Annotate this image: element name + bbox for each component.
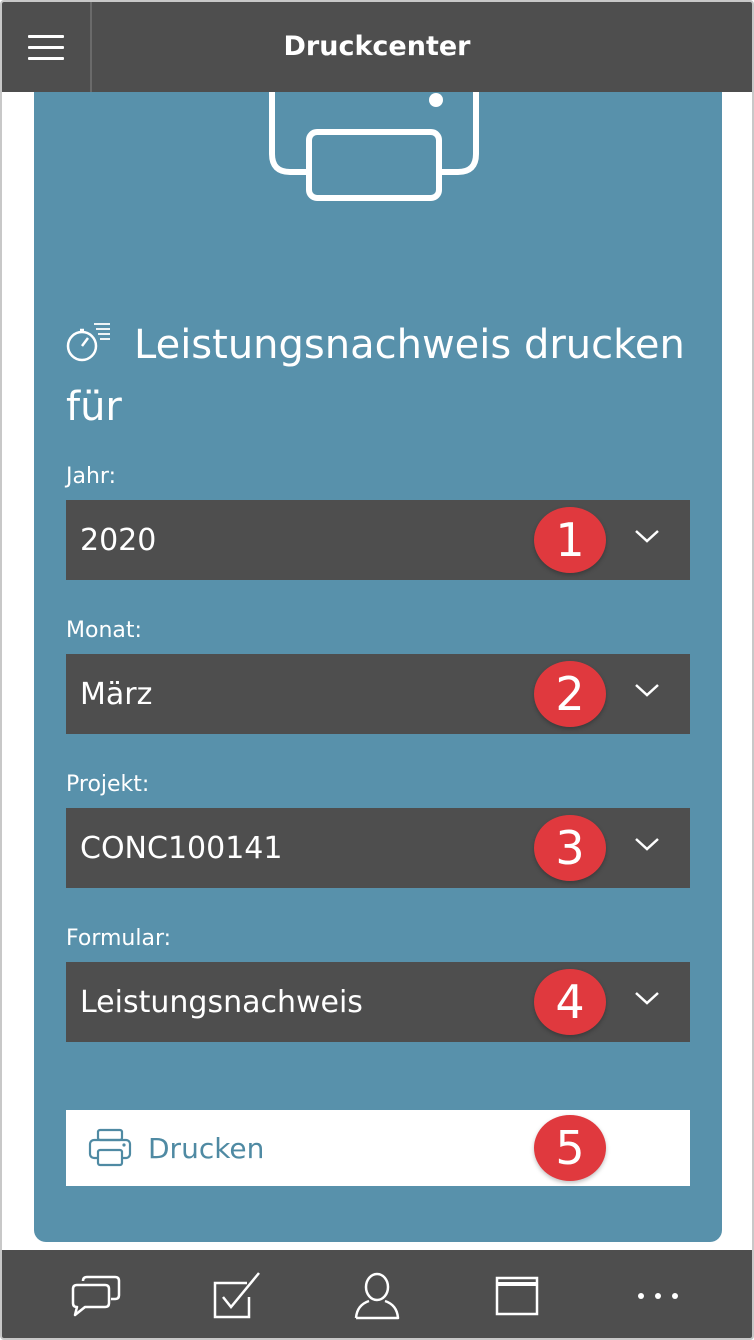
step-badge-2: 2 <box>534 661 606 727</box>
month-label: Monat: <box>66 618 142 643</box>
stopwatch-icon <box>66 323 110 362</box>
user-icon <box>354 1272 400 1320</box>
print-center-card: Leistungsnachweis drucken für Jahr: 2020… <box>34 92 722 1242</box>
tab-tasks[interactable] <box>202 1261 272 1331</box>
year-label: Jahr: <box>66 464 116 489</box>
page-title: Druckcenter <box>283 31 471 62</box>
step-badge-3: 3 <box>534 815 606 881</box>
tab-more[interactable] <box>623 1261 693 1331</box>
section-title: Leistungsnachweis drucken für <box>66 314 706 438</box>
form-label: Formular: <box>66 926 172 951</box>
tab-window[interactable] <box>482 1261 552 1331</box>
step-badge-1: 1 <box>534 507 606 573</box>
print-button-label: Drucken <box>148 1131 265 1165</box>
chevron-down-icon <box>635 684 659 697</box>
tab-profile[interactable] <box>342 1261 412 1331</box>
chevron-down-icon <box>635 838 659 851</box>
step-badge-5: 5 <box>534 1115 606 1181</box>
window-icon <box>496 1276 539 1316</box>
tab-chat[interactable] <box>61 1261 131 1331</box>
step-badge-4: 4 <box>534 969 606 1035</box>
chat-icon <box>71 1275 121 1317</box>
checkbox-icon <box>213 1272 260 1319</box>
chevron-down-icon <box>635 530 659 543</box>
app-frame: Druckcenter Leistungsnachweis drucken fü… <box>0 0 754 1340</box>
chevron-down-icon <box>635 992 659 1005</box>
more-icon <box>637 1293 678 1299</box>
section-title-text: Leistungsnachweis drucken für <box>66 322 685 430</box>
printer-illustration-icon <box>269 92 479 201</box>
project-label: Projekt: <box>66 772 150 797</box>
top-bar: Druckcenter <box>2 2 752 92</box>
bottom-tab-bar <box>2 1250 752 1338</box>
printer-icon <box>88 1128 132 1167</box>
